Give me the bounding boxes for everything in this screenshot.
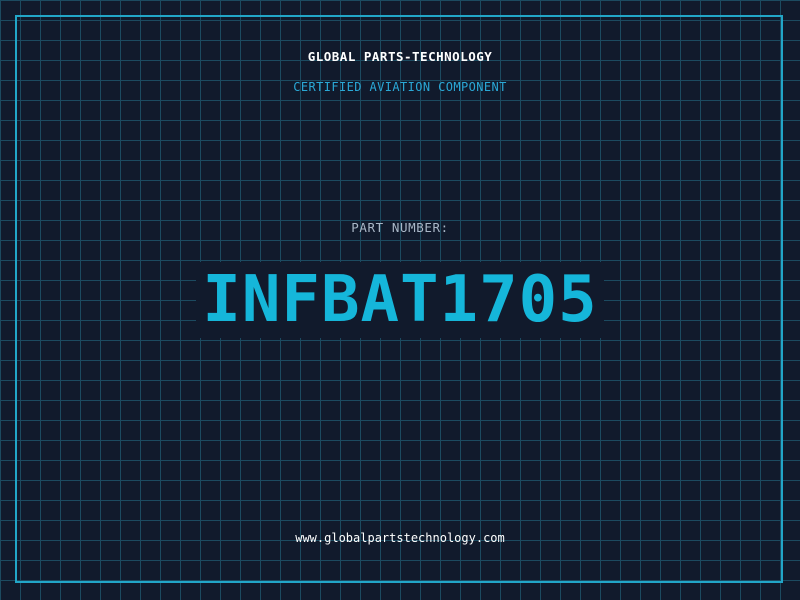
part-number-label: PART NUMBER: (351, 220, 449, 235)
certification-tagline: CERTIFIED AVIATION COMPONENT (293, 80, 507, 94)
label-card: GLOBAL PARTS-TECHNOLOGY CERTIFIED AVIATI… (0, 0, 800, 600)
website-url: www.globalpartstechnology.com (295, 531, 505, 545)
part-number-container: INFBAT1705 (0, 262, 800, 338)
company-name: GLOBAL PARTS-TECHNOLOGY (307, 49, 493, 64)
part-number-value: INFBAT1705 (196, 262, 604, 338)
